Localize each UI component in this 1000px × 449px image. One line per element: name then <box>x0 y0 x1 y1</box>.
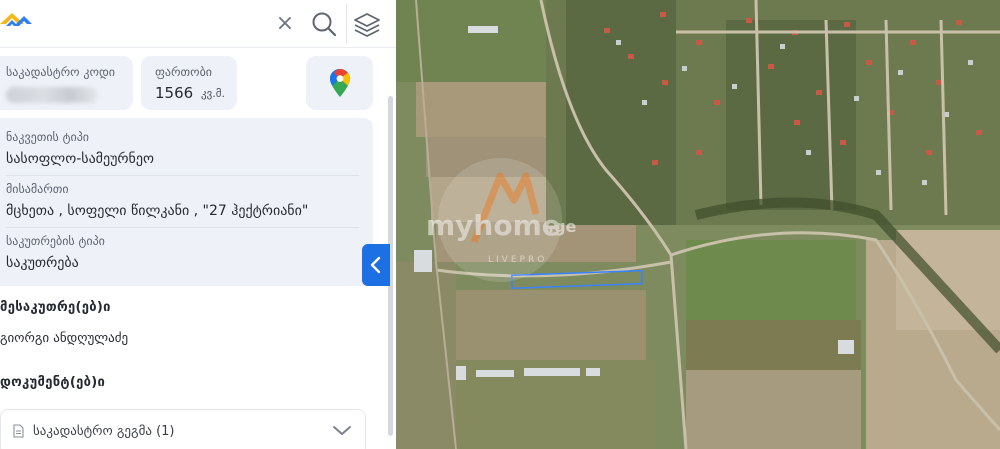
detail-row-ownership-type: საკუთრების ტიპი საკუთრება <box>6 234 105 271</box>
cadastral-plan-accordion[interactable]: საკადასტრო გეგმა (1) <box>0 409 366 449</box>
watermark-brand: myhome <box>426 209 561 242</box>
document-icon <box>13 424 24 438</box>
owners-section-title: მესაკუთრე(ებ)ი <box>0 300 111 315</box>
cadastral-code-card: საკადასტრო კოდი <box>0 56 133 110</box>
detail-value: სასოფლო-სამეურნეო <box>6 151 154 167</box>
satellite-map[interactable]: myhome .ge LIVEPRO <box>396 0 1000 449</box>
detail-value: მცხეთა , სოფელი წილკანი , "27 ჰექტრიანი" <box>6 203 309 219</box>
chevron-down-icon[interactable] <box>331 422 353 438</box>
cadastral-plan-label: საკადასტრო გეგმა (1) <box>33 424 175 439</box>
detail-label: მისამართი <box>6 182 69 196</box>
area-card: ფართობი 1566 კვ.მ. <box>141 56 237 110</box>
row-divider <box>6 227 359 228</box>
detail-row-parcel-type: ნაკვეთის ტიპი სასოფლო-სამეურნეო <box>6 130 154 167</box>
row-divider <box>6 175 359 176</box>
google-maps-button[interactable] <box>306 56 373 110</box>
collapse-panel-button[interactable] <box>362 244 390 286</box>
area-unit: კვ.მ. <box>201 87 225 100</box>
header-divider <box>346 4 347 44</box>
search-icon[interactable] <box>310 10 338 38</box>
myhome-logo-icon[interactable] <box>0 10 34 34</box>
close-button[interactable]: × <box>274 12 296 36</box>
area-label: ფართობი <box>155 65 213 79</box>
owner-name: გიორგი ანდღულაძე <box>0 331 129 346</box>
documents-section-title: დოკუმენტ(ებ)ი <box>0 375 106 390</box>
detail-value: საკუთრება <box>6 255 79 271</box>
parcel-info-panel: × საკადასტრო კოდი ფართობი 1566 კვ.მ. ნაკ… <box>0 0 396 449</box>
layers-icon[interactable] <box>352 10 382 40</box>
cadastral-code-label: საკადასტრო კოდი <box>6 65 115 79</box>
cadastral-code-value-redacted <box>6 87 98 103</box>
parcel-details-card: ნაკვეთის ტიპი სასოფლო-სამეურნეო მისამართ… <box>0 118 373 286</box>
watermark-sub: LIVEPRO <box>488 255 547 265</box>
detail-label: საკუთრების ტიპი <box>6 234 105 248</box>
google-maps-pin-icon <box>329 69 350 97</box>
satellite-imagery: myhome .ge LIVEPRO <box>396 0 1000 449</box>
watermark-tld: .ge <box>548 217 577 236</box>
area-value: 1566 <box>155 84 194 102</box>
chevron-left-icon <box>370 256 381 274</box>
detail-row-address: მისამართი მცხეთა , სოფელი წილკანი , "27 … <box>6 182 308 219</box>
panel-header: × <box>0 0 396 48</box>
detail-label: ნაკვეთის ტიპი <box>6 130 90 144</box>
